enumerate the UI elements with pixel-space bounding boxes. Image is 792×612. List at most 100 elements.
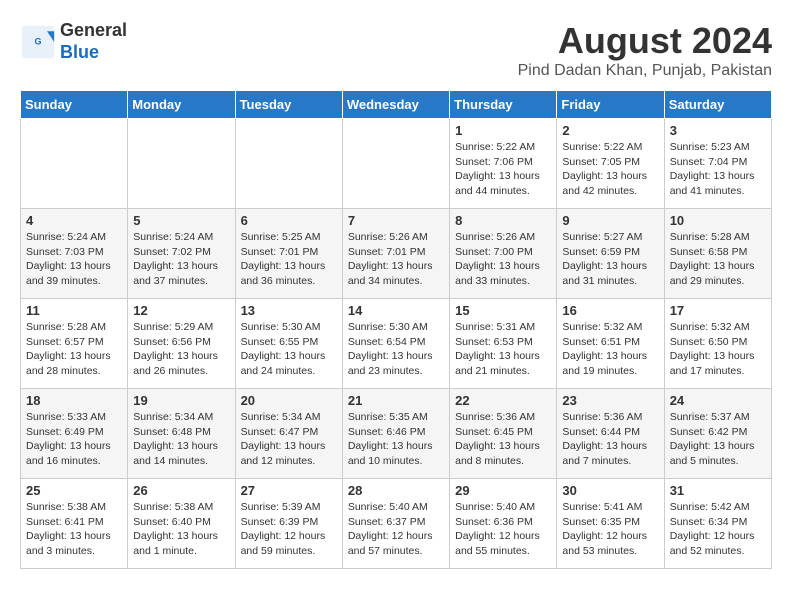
day-number: 27 — [241, 483, 337, 498]
calendar-header-row: SundayMondayTuesdayWednesdayThursdayFrid… — [21, 91, 772, 119]
weekday-header: Sunday — [21, 91, 128, 119]
day-number: 3 — [670, 123, 766, 138]
calendar-cell: 13Sunrise: 5:30 AM Sunset: 6:55 PM Dayli… — [235, 299, 342, 389]
day-number: 22 — [455, 393, 551, 408]
day-number: 20 — [241, 393, 337, 408]
subtitle: Pind Dadan Khan, Punjab, Pakistan — [518, 62, 772, 80]
calendar-cell: 18 Sunrise: 5:33 AM Sunset: 6:49 PM Dayli… — [21, 389, 128, 479]
day-info: Sunrise: 5:29 AM Sunset: 6:56 PM Dayligh… — [133, 320, 229, 379]
day-number: 5 — [133, 213, 229, 228]
day-number: 18 — [26, 393, 122, 408]
day-info: Sunrise: 5:25 AM Sunset: 7:01 PM Dayligh… — [241, 230, 337, 289]
calendar-cell: 16Sunrise: 5:32 AM Sunset: 6:51 PM Dayli… — [557, 299, 664, 389]
day-number: 11 — [26, 303, 122, 318]
day-number: 19 — [133, 393, 229, 408]
title-block: August 2024 Pind Dadan Khan, Punjab, Pak… — [518, 20, 772, 80]
calendar-cell: 21 Sunrise: 5:35 AM Sunset: 6:46 PM Dayli… — [342, 389, 449, 479]
weekday-header: Friday — [557, 91, 664, 119]
calendar-week-row: 1 Sunrise: 5:22 AM Sunset: 7:06 PM Daylig… — [21, 119, 772, 209]
day-info: Sunrise: 5:26 AM Sunset: 7:00 PM Dayligh… — [455, 230, 551, 289]
day-number: 17 — [670, 303, 766, 318]
calendar-cell: 12Sunrise: 5:29 AM Sunset: 6:56 PM Dayli… — [128, 299, 235, 389]
weekday-header: Saturday — [664, 91, 771, 119]
calendar-cell: 19 Sunrise: 5:34 AM Sunset: 6:48 PM Dayli… — [128, 389, 235, 479]
calendar-cell — [342, 119, 449, 209]
calendar-cell — [235, 119, 342, 209]
calendar-cell: 10 Sunrise: 5:28 AM Sunset: 6:58 PM Dayli… — [664, 209, 771, 299]
calendar-cell: 7 Sunrise: 5:26 AM Sunset: 7:01 PM Daylig… — [342, 209, 449, 299]
day-number: 10 — [670, 213, 766, 228]
calendar-cell: 22 Sunrise: 5:36 AM Sunset: 6:45 PM Dayli… — [450, 389, 557, 479]
day-number: 28 — [348, 483, 444, 498]
day-number: 15 — [455, 303, 551, 318]
calendar-cell: 26 Sunrise: 5:38 AM Sunset: 6:40 PM Dayli… — [128, 479, 235, 569]
day-number: 1 — [455, 123, 551, 138]
calendar-cell: 23 Sunrise: 5:36 AM Sunset: 6:44 PM Dayli… — [557, 389, 664, 479]
day-number: 30 — [562, 483, 658, 498]
day-number: 21 — [348, 393, 444, 408]
day-info: Sunrise: 5:28 AM Sunset: 6:57 PM Dayligh… — [26, 320, 122, 379]
day-number: 26 — [133, 483, 229, 498]
calendar-cell: 24Sunrise: 5:37 AM Sunset: 6:42 PM Dayli… — [664, 389, 771, 479]
weekday-header: Monday — [128, 91, 235, 119]
calendar-cell: 3 Sunrise: 5:23 AM Sunset: 7:04 PM Daylig… — [664, 119, 771, 209]
day-info: Sunrise: 5:24 AM Sunset: 7:03 PM Dayligh… — [26, 230, 122, 289]
day-info: Sunrise: 5:33 AM Sunset: 6:49 PM Dayligh… — [26, 410, 122, 469]
logo-blue: Blue — [60, 42, 127, 64]
day-info: Sunrise: 5:40 AM Sunset: 6:37 PM Dayligh… — [348, 500, 444, 559]
weekday-header: Wednesday — [342, 91, 449, 119]
day-number: 29 — [455, 483, 551, 498]
calendar-cell: 2 Sunrise: 5:22 AM Sunset: 7:05 PM Daylig… — [557, 119, 664, 209]
logo-icon: G — [20, 24, 56, 60]
day-number: 14 — [348, 303, 444, 318]
calendar-cell: 31 Sunrise: 5:42 AM Sunset: 6:34 PM Dayli… — [664, 479, 771, 569]
day-info: Sunrise: 5:36 AM Sunset: 6:45 PM Dayligh… — [455, 410, 551, 469]
calendar-cell: 17Sunrise: 5:32 AM Sunset: 6:50 PM Dayli… — [664, 299, 771, 389]
day-info: Sunrise: 5:22 AM Sunset: 7:05 PM Dayligh… — [562, 140, 658, 199]
page-header: G General Blue August 2024 Pind Dadan Kh… — [20, 20, 772, 80]
day-info: Sunrise: 5:31 AM Sunset: 6:53 PM Dayligh… — [455, 320, 551, 379]
calendar-cell: 8 Sunrise: 5:26 AM Sunset: 7:00 PM Daylig… — [450, 209, 557, 299]
calendar-cell: 28 Sunrise: 5:40 AM Sunset: 6:37 PM Dayli… — [342, 479, 449, 569]
calendar-cell: 15 Sunrise: 5:31 AM Sunset: 6:53 PM Dayli… — [450, 299, 557, 389]
day-info: Sunrise: 5:42 AM Sunset: 6:34 PM Dayligh… — [670, 500, 766, 559]
day-info: Sunrise: 5:34 AM Sunset: 6:48 PM Dayligh… — [133, 410, 229, 469]
calendar-cell: 5Sunrise: 5:24 AM Sunset: 7:02 PM Daylig… — [128, 209, 235, 299]
day-info: Sunrise: 5:30 AM Sunset: 6:55 PM Dayligh… — [241, 320, 337, 379]
day-number: 7 — [348, 213, 444, 228]
day-info: Sunrise: 5:38 AM Sunset: 6:41 PM Dayligh… — [26, 500, 122, 559]
calendar-cell: 11 Sunrise: 5:28 AM Sunset: 6:57 PM Dayli… — [21, 299, 128, 389]
calendar-cell: 14Sunrise: 5:30 AM Sunset: 6:54 PM Dayli… — [342, 299, 449, 389]
calendar-week-row: 18 Sunrise: 5:33 AM Sunset: 6:49 PM Dayli… — [21, 389, 772, 479]
day-number: 2 — [562, 123, 658, 138]
calendar-cell: 29 Sunrise: 5:40 AM Sunset: 6:36 PM Dayli… — [450, 479, 557, 569]
day-number: 25 — [26, 483, 122, 498]
day-number: 6 — [241, 213, 337, 228]
day-number: 23 — [562, 393, 658, 408]
calendar-week-row: 25 Sunrise: 5:38 AM Sunset: 6:41 PM Dayli… — [21, 479, 772, 569]
logo: G General Blue — [20, 20, 127, 63]
weekday-header: Tuesday — [235, 91, 342, 119]
calendar-cell: 4Sunrise: 5:24 AM Sunset: 7:03 PM Daylig… — [21, 209, 128, 299]
day-info: Sunrise: 5:32 AM Sunset: 6:51 PM Dayligh… — [562, 320, 658, 379]
day-number: 31 — [670, 483, 766, 498]
day-info: Sunrise: 5:26 AM Sunset: 7:01 PM Dayligh… — [348, 230, 444, 289]
day-info: Sunrise: 5:36 AM Sunset: 6:44 PM Dayligh… — [562, 410, 658, 469]
svg-text:G: G — [34, 36, 41, 46]
day-info: Sunrise: 5:27 AM Sunset: 6:59 PM Dayligh… — [562, 230, 658, 289]
calendar-week-row: 4Sunrise: 5:24 AM Sunset: 7:03 PM Daylig… — [21, 209, 772, 299]
calendar-cell — [128, 119, 235, 209]
calendar-cell: 1 Sunrise: 5:22 AM Sunset: 7:06 PM Daylig… — [450, 119, 557, 209]
day-number: 8 — [455, 213, 551, 228]
day-info: Sunrise: 5:41 AM Sunset: 6:35 PM Dayligh… — [562, 500, 658, 559]
day-info: Sunrise: 5:40 AM Sunset: 6:36 PM Dayligh… — [455, 500, 551, 559]
day-info: Sunrise: 5:23 AM Sunset: 7:04 PM Dayligh… — [670, 140, 766, 199]
main-title: August 2024 — [518, 20, 772, 62]
day-info: Sunrise: 5:38 AM Sunset: 6:40 PM Dayligh… — [133, 500, 229, 559]
day-info: Sunrise: 5:22 AM Sunset: 7:06 PM Dayligh… — [455, 140, 551, 199]
day-info: Sunrise: 5:35 AM Sunset: 6:46 PM Dayligh… — [348, 410, 444, 469]
calendar-table: SundayMondayTuesdayWednesdayThursdayFrid… — [20, 90, 772, 569]
calendar-week-row: 11 Sunrise: 5:28 AM Sunset: 6:57 PM Dayli… — [21, 299, 772, 389]
day-info: Sunrise: 5:28 AM Sunset: 6:58 PM Dayligh… — [670, 230, 766, 289]
day-info: Sunrise: 5:37 AM Sunset: 6:42 PM Dayligh… — [670, 410, 766, 469]
